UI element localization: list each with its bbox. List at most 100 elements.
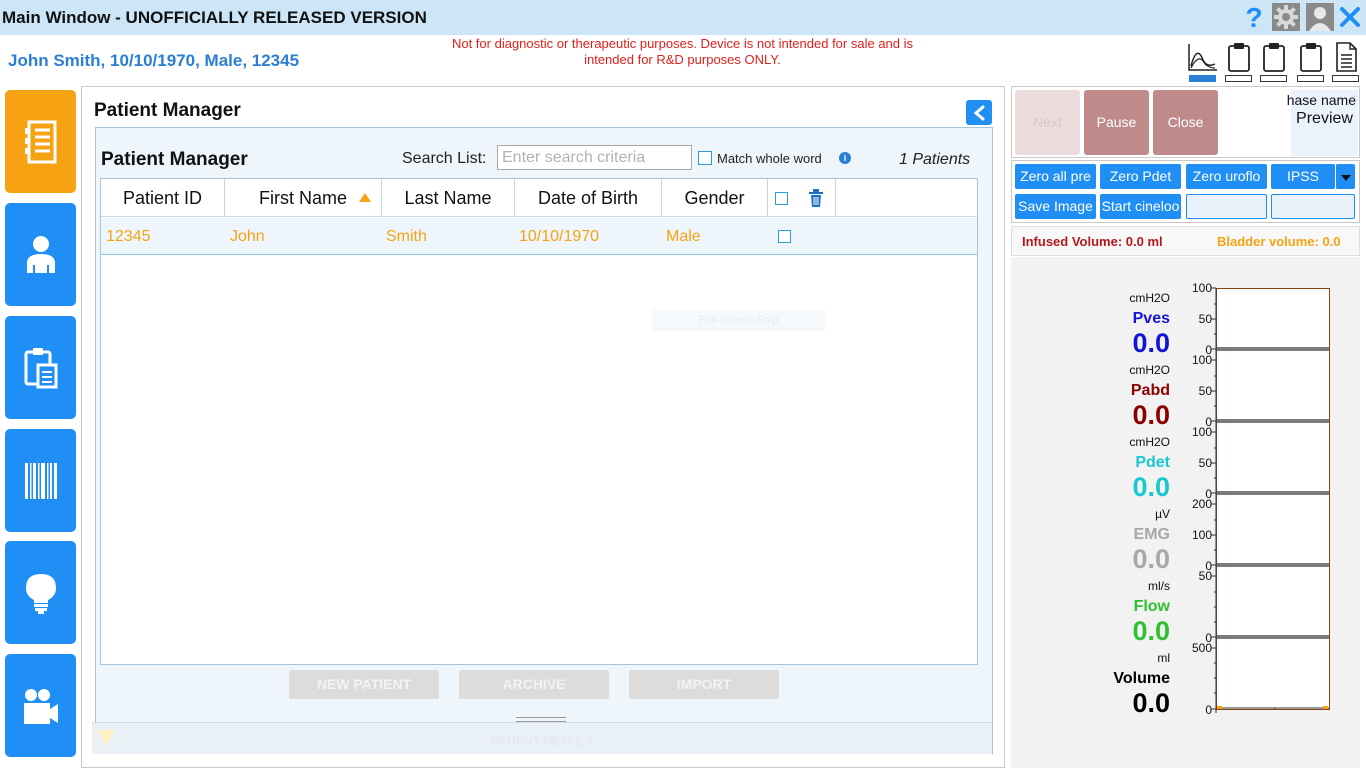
user-icon[interactable] [1306,3,1334,31]
import-button[interactable]: IMPORT [629,670,779,699]
help-icon[interactable]: ? [1240,3,1268,31]
person-icon [26,235,55,273]
zero-uroflow-button[interactable]: Zero uroflo [1186,164,1267,189]
start-cineloop-button[interactable]: Start cineloo [1100,194,1181,219]
cell-first-name: John [230,228,265,245]
table-header: Patient ID First Name Last Name Date of … [101,179,977,217]
bladder-volume: Bladder volume: 0.0 [1217,234,1341,249]
emg-scale-top: 200 [1191,497,1212,511]
volume-value: 0.0 [1132,688,1170,718]
pabd-unit: cmH2O [1129,363,1170,377]
volume-scale-bottom: 0 [1205,703,1212,717]
pves-unit: cmH2O [1129,291,1170,305]
search-label: Search List: [402,150,487,167]
pves-scale-mid: 50 [1198,312,1212,326]
emg-unit: µV [1155,507,1170,521]
volume-unit: ml [1157,651,1170,665]
cell-dob: 10/10/1970 [519,228,600,245]
nav-ideas[interactable] [5,541,76,644]
match-whole-word-label: Match whole word [717,151,822,166]
close-button[interactable]: Close [1153,90,1218,155]
emg-value: 0.0 [1132,544,1170,574]
section-title: Patient Manager [101,149,248,170]
row-select-checkbox[interactable] [778,230,791,243]
page-title: Patient Manager [94,100,241,121]
select-all-checkbox[interactable] [775,192,788,205]
pabd-scale-top: 100 [1191,353,1212,367]
trace-plot-area [1216,288,1330,710]
save-image-button[interactable]: Save Image [1015,194,1096,219]
phase-name-field[interactable]: hase name Preview [1287,90,1358,156]
empty-tool-slot-2[interactable] [1271,194,1355,219]
snip-overlay-ghost: Full-screen Snip [652,310,825,331]
patient-manager-panel: Patient Manager Patient Manager Search L… [81,86,1005,768]
flow-unit: ml/s [1148,579,1170,593]
column-header-last-name[interactable]: Last Name [382,179,515,217]
infused-volume: Infused Volume: 0.0 ml [1022,234,1163,249]
nav-patient-list[interactable] [5,90,76,193]
phase-name-label: hase name [1286,92,1356,108]
zero-all-button[interactable]: Zero all pre [1015,164,1096,189]
volume-status-bar: Infused Volume: 0.0 ml Bladder volume: 0… [1011,226,1360,256]
channel-traces: cmH2O Pves 0.0 100 50 0 cmH2O Pabd 0.0 1… [1011,257,1360,768]
next-button[interactable]: Next [1015,90,1080,155]
window-title: Main Window - UNOFFICIALLY RELEASED VERS… [2,8,427,27]
cell-patient-id: 12345 [106,228,151,245]
empty-tool-slot-1[interactable] [1186,194,1267,219]
ipss-select[interactable]: IPSS [1271,164,1335,189]
gear-icon[interactable] [1272,3,1300,31]
video-camera-icon [23,688,58,724]
pdet-value: 0.0 [1132,472,1170,502]
sort-ascending-icon [359,193,371,202]
tool-buttons: Zero all pre Zero Pdet Zero uroflo IPSS … [1011,160,1360,223]
zero-pdet-button[interactable]: Zero Pdet [1100,164,1181,189]
archive-button[interactable]: ARCHIVE [459,670,609,699]
column-header-patient-id[interactable]: Patient ID [101,179,225,217]
cell-gender: Male [666,228,701,245]
patient-header: John Smith, 10/10/1970, Male, 12345 [8,51,300,70]
clipboard-view-icon-1[interactable] [1223,42,1255,82]
pdet-scale-top: 100 [1191,425,1212,439]
pause-button[interactable]: Pause [1084,90,1149,155]
patient-table: Patient ID First Name Last Name Date of … [100,178,978,665]
pves-scale-top: 100 [1191,281,1212,295]
volume-scale-top: 500 [1191,641,1212,655]
trash-icon[interactable] [808,189,824,207]
nav-questionnaire[interactable] [5,316,76,419]
chart-view-icon[interactable] [1187,42,1219,82]
ipss-dropdown-button[interactable] [1335,164,1355,189]
flow-label: Flow [1133,598,1170,615]
column-header-first-name[interactable]: First Name [225,179,382,217]
collapse-panel-button[interactable] [966,100,992,125]
chevron-left-icon [973,105,985,120]
patient-manager-content: Patient Manager Search List: Match whole… [92,127,993,754]
new-patient-button[interactable]: NEW PATIENT [289,670,439,699]
close-icon[interactable] [1336,3,1364,31]
pves-label: Pves [1132,310,1170,327]
svg-text:?: ? [1245,4,1262,30]
clipboard-view-icon-3[interactable] [1295,42,1327,82]
info-icon[interactable]: i [839,152,851,164]
cell-last-name: Smith [386,228,427,245]
nav-video[interactable] [5,654,76,757]
pdet-scale-mid: 50 [1198,456,1212,470]
nav-patient[interactable] [5,203,76,306]
column-header-dob[interactable]: Date of Birth [515,179,662,217]
table-row[interactable]: 12345 John Smith 10/10/1970 Male [101,218,977,255]
column-header-gender[interactable]: Gender [662,179,768,217]
phase-name-value: Preview [1296,110,1353,127]
emg-label: EMG [1133,526,1170,543]
nav-barcode[interactable] [5,429,76,532]
pabd-value: 0.0 [1132,400,1170,430]
report-view-icon[interactable] [1330,42,1362,82]
pdet-label: Pdet [1135,454,1170,471]
search-input[interactable] [497,145,692,170]
volume-label: Volume [1113,670,1170,687]
column-header-first-name-label: First Name [258,188,347,208]
clipboard-view-icon-2[interactable] [1258,42,1290,82]
pabd-label: Pabd [1130,382,1170,399]
emg-scale-mid: 100 [1191,528,1212,542]
patient-details-toggle[interactable]: PATIENT DETAILS [92,722,992,754]
match-whole-word-checkbox[interactable] [698,151,712,165]
pdet-unit: cmH2O [1129,435,1170,449]
